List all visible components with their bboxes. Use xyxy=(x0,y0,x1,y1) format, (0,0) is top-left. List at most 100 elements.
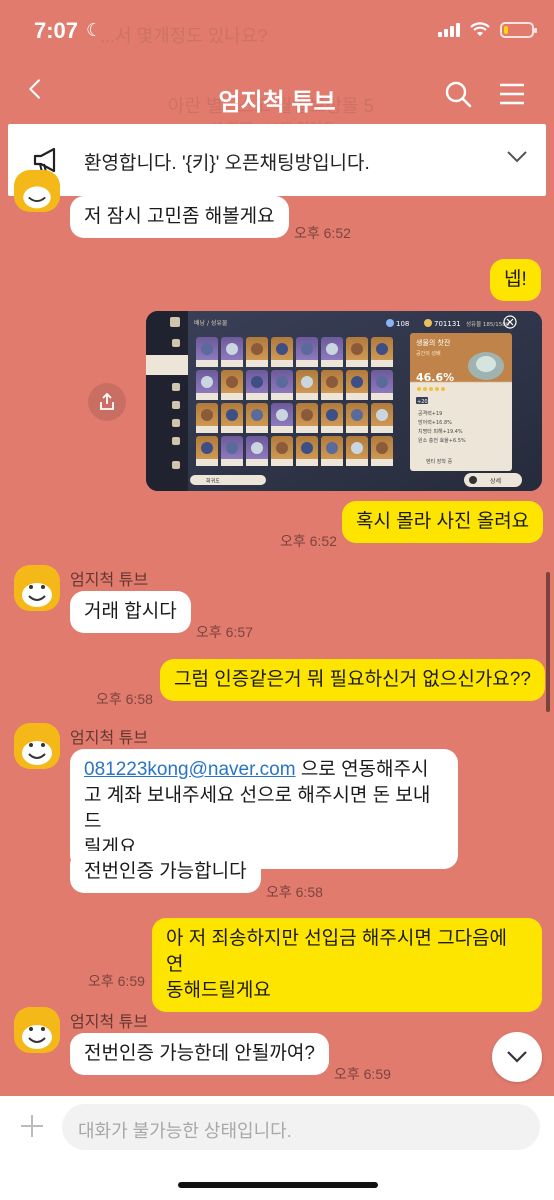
message-time: 오후 6:58 xyxy=(266,884,323,900)
inventory-item-label xyxy=(271,459,293,466)
message-bubble[interactable]: 전번인증 가능합니다 xyxy=(70,851,261,893)
chevron-down-icon xyxy=(507,1051,527,1063)
inventory-item-label xyxy=(221,360,243,367)
inventory-item-label xyxy=(271,426,293,433)
inventory-item-label xyxy=(196,360,218,367)
plus-icon[interactable] xyxy=(18,1112,46,1140)
message-bubble-mine[interactable]: 그럼 인증같은거 뭐 필요하신거 없으신가요?? xyxy=(160,659,545,701)
inventory-item-icon xyxy=(326,343,338,355)
message-time: 오후 6:52 xyxy=(294,225,351,241)
inventory-item-icon xyxy=(351,343,363,355)
avatar[interactable] xyxy=(14,170,60,212)
message-bubble-mine[interactable]: 혹시 몰라 사진 올려요 xyxy=(342,501,544,543)
message-bubble[interactable]: 전번인증 가능한데 안될까여? xyxy=(70,1033,329,1075)
notice-banner[interactable]: 환영합니다. '{키}' 오픈채팅방입니다. xyxy=(8,124,546,196)
wifi-icon xyxy=(470,22,490,36)
inventory-item-icon xyxy=(326,442,338,454)
inventory-item-label xyxy=(321,459,343,466)
chat-header: 엄지척 튜브 xyxy=(0,66,554,122)
inventory-item-label xyxy=(346,393,368,400)
signal-icon xyxy=(438,23,460,37)
inventory-item-icon xyxy=(251,343,263,355)
avatar[interactable] xyxy=(14,1007,60,1053)
email-link[interactable]: 081223kong@naver.com xyxy=(84,759,296,780)
inventory-item-icon xyxy=(276,409,288,421)
item-level: +20 xyxy=(417,399,428,405)
detail-button: 상세 xyxy=(490,477,501,485)
sender-name: 엄지척 튜브 xyxy=(70,1014,149,1031)
item-type: 공간의 성배 xyxy=(416,350,441,357)
inventory-item-icon xyxy=(226,343,238,355)
inventory-item-label xyxy=(196,459,218,466)
photo-attachment[interactable]: 배낭 / 성유물 108 701131 성유물 185/1500 생물의 찻잔 … xyxy=(146,311,542,491)
inventory-item-icon xyxy=(201,442,213,454)
inventory-item-label xyxy=(246,459,268,466)
inventory-item-icon xyxy=(351,376,363,388)
inventory-item-icon xyxy=(301,343,313,355)
avatar[interactable] xyxy=(14,565,60,611)
inventory-item-icon xyxy=(301,376,313,388)
chevron-down-icon[interactable] xyxy=(506,150,528,164)
scroll-down-button[interactable] xyxy=(492,1032,542,1082)
scrollbar[interactable] xyxy=(546,572,550,712)
inventory-item-label xyxy=(196,393,218,400)
capacity-text: 성유물 185/1500 xyxy=(466,320,510,328)
message-bubble[interactable]: 저 잠시 고민좀 해볼게요 xyxy=(70,196,289,238)
inventory-item-label xyxy=(346,360,368,367)
inventory-item-label xyxy=(321,426,343,433)
counter-2: 701131 xyxy=(434,320,461,328)
inventory-item-label xyxy=(271,360,293,367)
message-text: 으로 연동해주시 xyxy=(295,759,429,780)
menu-icon[interactable] xyxy=(498,82,526,106)
inventory-item-label xyxy=(346,459,368,466)
inventory-item-icon xyxy=(201,343,213,355)
inventory-item-icon xyxy=(276,376,288,388)
home-indicator xyxy=(178,1182,378,1188)
counter-1: 108 xyxy=(396,320,409,328)
breadcrumb-text: 배낭 / 성유물 xyxy=(194,319,228,327)
inventory-item-label xyxy=(321,360,343,367)
message-bubble-mine[interactable]: 넵! xyxy=(490,259,541,301)
message-input[interactable]: 대화가 불가능한 상태입니다. xyxy=(62,1104,540,1150)
status-icons xyxy=(438,22,537,38)
battery-icon xyxy=(500,22,537,38)
share-button[interactable] xyxy=(88,383,126,421)
message-text: 동해드릴게요 xyxy=(166,980,271,1001)
filter-label: 희귀도 xyxy=(206,478,220,485)
inventory-item-icon xyxy=(276,343,288,355)
status-bar: 7:07 ☾ xyxy=(0,0,554,66)
inventory-item-icon xyxy=(201,376,213,388)
search-icon[interactable] xyxy=(444,80,472,108)
message-bubble[interactable]: 거래 합시다 xyxy=(70,591,191,633)
substat-4: 원소 충전 효율+6.5% xyxy=(418,437,466,444)
substat-3: 치명타 피해+19.4% xyxy=(418,428,463,435)
inventory-item-label xyxy=(296,426,318,433)
inventory-item-icon xyxy=(251,376,263,388)
message-time: 오후 6:59 xyxy=(88,973,145,989)
inventory-item-icon xyxy=(376,343,388,355)
inventory-item-icon xyxy=(301,442,313,454)
inventory-item-label xyxy=(271,393,293,400)
inventory-item-icon xyxy=(301,409,313,421)
inventory-item-label xyxy=(296,459,318,466)
inventory-item-label xyxy=(371,360,393,367)
message-time: 오후 6:58 xyxy=(96,691,153,707)
inventory-item-icon xyxy=(226,442,238,454)
item-name: 생물의 찻잔 xyxy=(416,338,451,347)
status-time: 7:07 xyxy=(34,18,79,43)
inventory-item-label xyxy=(246,426,268,433)
inventory-item-icon xyxy=(276,442,288,454)
avatar[interactable] xyxy=(14,723,60,769)
inventory-item-icon xyxy=(226,409,238,421)
inventory-item-icon xyxy=(251,409,263,421)
message-time: 오후 6:52 xyxy=(280,533,337,549)
message-bubble-mine[interactable]: 아 저 죄송하지만 선입금 해주시면 그다음에 연 동해드릴게요 xyxy=(152,918,542,1012)
message-text: 아 저 죄송하지만 선입금 해주시면 그다음에 연 xyxy=(166,928,508,975)
inventory-item-icon xyxy=(351,409,363,421)
inventory-item-label xyxy=(246,360,268,367)
substat-2: 방어력+16.8% xyxy=(418,419,452,426)
inventory-item-label xyxy=(221,393,243,400)
inventory-item-label xyxy=(321,393,343,400)
inventory-item-label xyxy=(196,426,218,433)
inventory-item-icon xyxy=(201,409,213,421)
